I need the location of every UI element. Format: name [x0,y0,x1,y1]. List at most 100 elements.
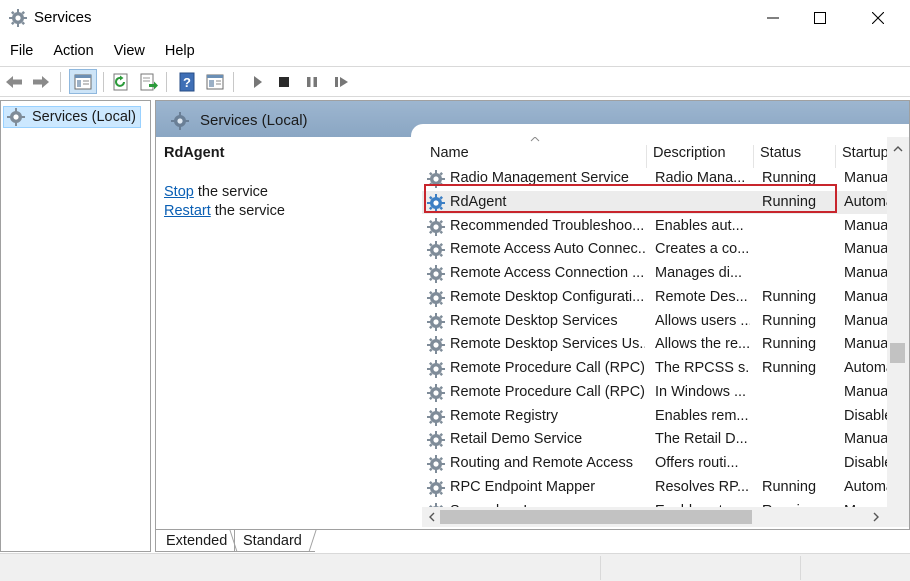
service-gear-icon [427,217,445,236]
service-gear-icon [427,360,445,378]
table-row[interactable]: Remote Desktop Configurati... Remote Des.… [422,286,887,310]
selected-service-name: RdAgent [164,145,225,161]
scroll-left-icon[interactable] [426,511,438,523]
column-header-description[interactable]: Description [647,145,754,168]
table-row[interactable]: Remote Access Auto Connec... Creates a co… [422,238,887,262]
table-row[interactable]: Radio Management Service Radio Mana... Run… [422,167,887,191]
table-row[interactable]: Remote Desktop Services Us... Allows the … [422,333,887,357]
menu-help[interactable]: Help [155,38,205,64]
pane-title: Services (Local) [200,112,308,129]
pause-service-button[interactable] [301,71,323,93]
minimize-icon [767,17,779,19]
scroll-up-icon[interactable] [892,143,904,155]
window-title: Services [34,9,92,26]
service-description-cell: Allows the re... [655,336,750,353]
menu-action[interactable]: Action [43,38,103,64]
show-hide-console-tree-button[interactable] [69,69,97,94]
service-description-cell: Offers routi... [655,455,739,471]
service-gear-icon [427,383,445,402]
table-row[interactable]: RPC Endpoint Mapper Resolves RP... Running… [422,476,887,500]
service-description-cell: The Retail D... [655,431,748,448]
status-segment [600,556,601,580]
toolbar: ? [0,66,910,97]
svg-text:?: ? [183,75,191,90]
service-name-cell: Remote Registry [450,407,558,424]
tree-item-services-local[interactable]: Services (Local) [3,106,141,128]
service-gear-icon [427,478,445,497]
service-description-cell: Enables rem... [655,407,749,424]
service-name-cell: Radio Management Service [450,170,629,186]
service-name-cell: Remote Access Connection ... [450,265,645,281]
table-row[interactable]: RdAgent Running Automatic [422,190,887,215]
service-startup-cell: Manual [844,383,887,400]
back-button[interactable] [3,71,25,93]
help-button[interactable]: ? [176,71,198,93]
service-startup-cell: Automatic [844,478,887,495]
toolbar-separator [103,72,104,92]
horizontal-scroll-thumb[interactable] [440,510,752,524]
table-row[interactable]: Secondary Logon Enables star... Running Man… [422,500,887,508]
properties-button[interactable] [204,71,226,93]
refresh-button[interactable] [110,71,132,93]
service-startup-cell: Manual [844,312,887,329]
table-row[interactable]: Remote Desktop Services Allows users ... R… [422,310,887,334]
status-bar [0,553,910,581]
toolbar-separator [60,72,61,92]
vertical-scroll-thumb[interactable] [890,343,905,363]
service-description-cell: In Windows ... [655,383,747,400]
restart-service-link[interactable]: Restart [164,203,211,219]
tab-standard[interactable]: Standard [235,530,315,552]
tab-extended[interactable]: Extended [155,530,235,552]
service-status-cell: Running [762,170,817,186]
service-status-cell: Running [762,478,817,495]
service-startup-cell: Disabled [844,407,887,424]
vertical-scrollbar[interactable] [887,137,909,507]
maximize-button[interactable] [797,0,843,36]
services-gear-icon [9,9,27,27]
service-gear-icon [427,193,445,212]
scroll-right-icon[interactable] [870,511,882,523]
menu-bar: File Action View Help [0,38,910,64]
forward-button[interactable] [30,71,52,93]
service-startup-cell: Manual [844,288,887,305]
table-row[interactable]: Remote Procedure Call (RPC)... In Windows… [422,381,887,405]
menu-view[interactable]: View [104,38,155,64]
close-button[interactable] [855,0,901,36]
service-description-cell: Allows users ... [655,312,750,329]
start-service-button[interactable] [246,71,268,93]
restart-icon [335,77,348,87]
table-row[interactable]: Remote Access Connection ... Manages di..… [422,262,887,286]
service-name-cell: Remote Desktop Services [450,312,618,329]
service-startup-cell: Automatic [844,193,887,210]
service-status-cell: Running [762,500,834,508]
service-status-cell: Running [762,336,817,353]
service-name-cell: Secondary Logon [450,500,645,508]
export-list-button[interactable] [138,71,160,93]
service-gear-icon [427,455,445,473]
service-name-cell: RPC Endpoint Mapper [450,478,596,495]
service-description-cell: Enables star... [655,500,750,508]
restart-service-button[interactable] [330,71,352,93]
service-startup-cell: Manual [844,217,887,234]
stop-service-button[interactable] [273,71,295,93]
properties-icon [206,74,224,90]
service-startup-cell: Disabled [844,455,887,471]
menu-file[interactable]: File [0,38,43,64]
column-header-status[interactable]: Status [754,145,836,168]
column-header-row: Name Description Status Startup [422,137,887,168]
table-row[interactable]: Retail Demo Service The Retail D... Manual [422,428,887,452]
column-header-name[interactable]: Name [422,145,647,168]
minimize-button[interactable] [750,0,796,36]
table-row[interactable]: Remote Procedure Call (RPC) The RPCSS s..… [422,357,887,381]
table-row[interactable]: Recommended Troubleshoo... Enables aut...… [422,215,887,239]
service-startup-cell: Manual [844,170,887,186]
column-header-startup[interactable]: Startup [836,145,887,168]
service-gear-icon [427,288,445,307]
horizontal-scrollbar[interactable] [422,507,887,527]
service-startup-cell: Manual [844,265,887,281]
service-description-cell: Radio Mana... [655,170,746,186]
table-row[interactable]: Routing and Remote Access Offers routi...… [422,452,887,476]
table-row[interactable]: Remote Registry Enables rem... Disabled [422,405,887,429]
stop-service-link[interactable]: Stop [164,184,194,200]
restart-action: Restart the service [164,202,404,221]
